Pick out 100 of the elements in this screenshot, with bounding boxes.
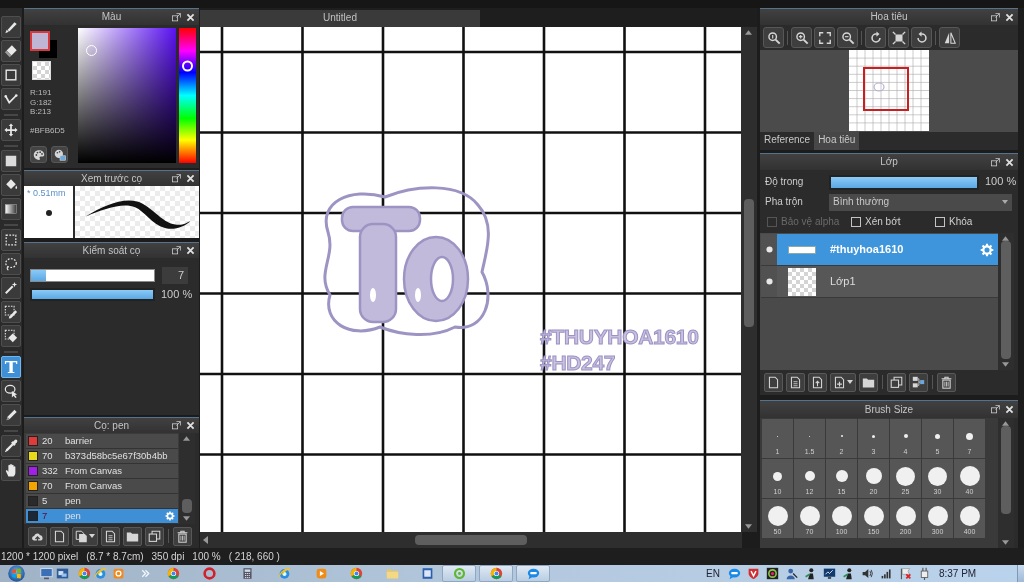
canvas-thumbnail[interactable] [849, 50, 929, 131]
scrollbar[interactable] [741, 27, 757, 532]
close-icon[interactable] [186, 174, 195, 183]
flag-icon[interactable] [898, 567, 912, 580]
ring-icon[interactable] [203, 567, 216, 580]
popout-icon[interactable] [991, 157, 1000, 167]
text-tool-button[interactable]: T [1, 356, 21, 378]
brush-list-item[interactable]: 7 pen [26, 509, 178, 524]
viewport-frame[interactable] [863, 67, 909, 111]
hue-thumb[interactable] [182, 60, 193, 72]
brush-list-item[interactable]: 70 b373d58bc5e67f30b4bb [26, 449, 178, 464]
tool-button[interactable] [1, 150, 21, 172]
checkbox[interactable] [851, 217, 861, 227]
toolbar-button[interactable] [101, 526, 120, 546]
transparent-swatch-icon[interactable] [32, 61, 51, 80]
scrollbar[interactable] [200, 532, 742, 548]
toolbar-button[interactable] [937, 372, 956, 392]
toolbar-button[interactable] [145, 526, 164, 546]
toolbar-button[interactable] [887, 372, 906, 392]
close-icon[interactable] [186, 421, 195, 430]
palette-window-button[interactable] [51, 146, 68, 164]
toolbar-button[interactable] [888, 27, 909, 48]
tool-button[interactable] [1, 198, 21, 220]
size-slider[interactable] [30, 269, 155, 282]
toolbar-button[interactable] [911, 27, 932, 48]
toolbar-button[interactable] [123, 526, 142, 546]
layer-row[interactable]: #thuyhoa1610 [777, 234, 998, 265]
toolbar-button[interactable] [837, 27, 858, 48]
settings-icon[interactable] [165, 511, 175, 521]
tool-button[interactable] [1, 301, 21, 323]
brush-list-item[interactable]: 5 pen [26, 494, 178, 509]
up-arrow-icon[interactable] [1002, 421, 1009, 426]
down-arrow-icon[interactable] [1002, 540, 1009, 545]
language-indicator[interactable]: EN [706, 567, 720, 580]
down-arrow-icon[interactable] [183, 516, 190, 521]
visibility-toggle[interactable] [761, 266, 777, 297]
tool-button[interactable] [1, 435, 21, 457]
toolbar-button[interactable] [791, 27, 812, 48]
globe-icon[interactable] [278, 567, 291, 580]
scrollbar[interactable] [179, 433, 195, 524]
toolbar-button[interactable] [28, 526, 47, 546]
down-arrow-icon[interactable] [745, 524, 753, 529]
tool-button[interactable] [1, 404, 21, 426]
size-input[interactable]: 7 [162, 267, 188, 284]
target-icon[interactable] [765, 567, 779, 580]
close-icon[interactable] [186, 246, 195, 255]
popout-icon[interactable] [991, 405, 1000, 414]
popout-icon[interactable] [172, 421, 181, 430]
tool-button[interactable] [1, 88, 21, 110]
toolbar-button[interactable] [763, 27, 784, 48]
figure-icon[interactable] [841, 567, 855, 580]
brush-list-item[interactable]: 70 From Canvas [26, 479, 178, 494]
clock-text[interactable]: 8:37 PM [938, 567, 977, 580]
scrollbar-thumb[interactable] [415, 535, 527, 545]
popout-icon[interactable] [172, 246, 181, 255]
toolbar-button[interactable] [830, 372, 856, 392]
scrollbar-thumb[interactable] [744, 199, 754, 327]
brush-list-item[interactable]: 20 barrier [26, 434, 178, 449]
tool-button[interactable] [1, 40, 21, 62]
toolbar-button[interactable] [909, 372, 928, 392]
close-icon[interactable] [1005, 157, 1014, 167]
scrollbar-thumb[interactable] [182, 499, 192, 513]
toolbar-button[interactable] [808, 372, 827, 392]
toolbar-button[interactable] [859, 372, 878, 392]
palette-button[interactable] [30, 146, 47, 164]
person-icon[interactable] [784, 567, 798, 580]
toolbar-button[interactable] [764, 372, 783, 392]
signal-icon[interactable] [879, 567, 893, 580]
left-arrow-icon[interactable] [203, 536, 208, 544]
tool-button[interactable] [1, 253, 21, 275]
figure-icon[interactable] [803, 567, 817, 580]
toolbar-button[interactable] [173, 526, 192, 546]
scrollbar[interactable] [998, 418, 1014, 548]
shield-icon[interactable] [746, 567, 760, 580]
wheel-icon[interactable] [167, 567, 180, 580]
tile-icon[interactable] [112, 567, 125, 580]
toolbar-button[interactable] [939, 27, 960, 48]
toolbar-button[interactable] [814, 27, 835, 48]
tool-button[interactable] [1, 229, 21, 251]
brush-list-item[interactable]: 332 From Canvas [26, 464, 178, 479]
hue-slider[interactable] [179, 28, 196, 163]
tool-button[interactable] [1, 325, 21, 347]
document-tab[interactable]: Untitled [200, 10, 480, 27]
popout-icon[interactable] [172, 174, 181, 183]
chat-bubble-icon[interactable] [727, 567, 741, 580]
blend-mode-dropdown[interactable]: Bình thường [829, 193, 1012, 211]
speaker-icon[interactable] [860, 567, 874, 580]
up-arrow-icon[interactable] [183, 436, 190, 441]
tool-button[interactable] [1, 64, 21, 86]
popout-icon[interactable] [991, 12, 1000, 22]
monitor-icon[interactable] [822, 567, 836, 580]
tool-button[interactable] [1, 459, 21, 481]
checkbox[interactable] [935, 217, 945, 227]
taskbar-button[interactable] [479, 565, 513, 582]
toolbar-button[interactable] [50, 526, 69, 546]
layer-row[interactable]: Lớp1 [777, 266, 998, 297]
monitor-icon[interactable] [40, 567, 53, 580]
panel-tab[interactable]: Hoa tiêu [814, 132, 860, 150]
toolbar-button[interactable] [72, 526, 98, 546]
tool-button[interactable] [1, 174, 21, 196]
